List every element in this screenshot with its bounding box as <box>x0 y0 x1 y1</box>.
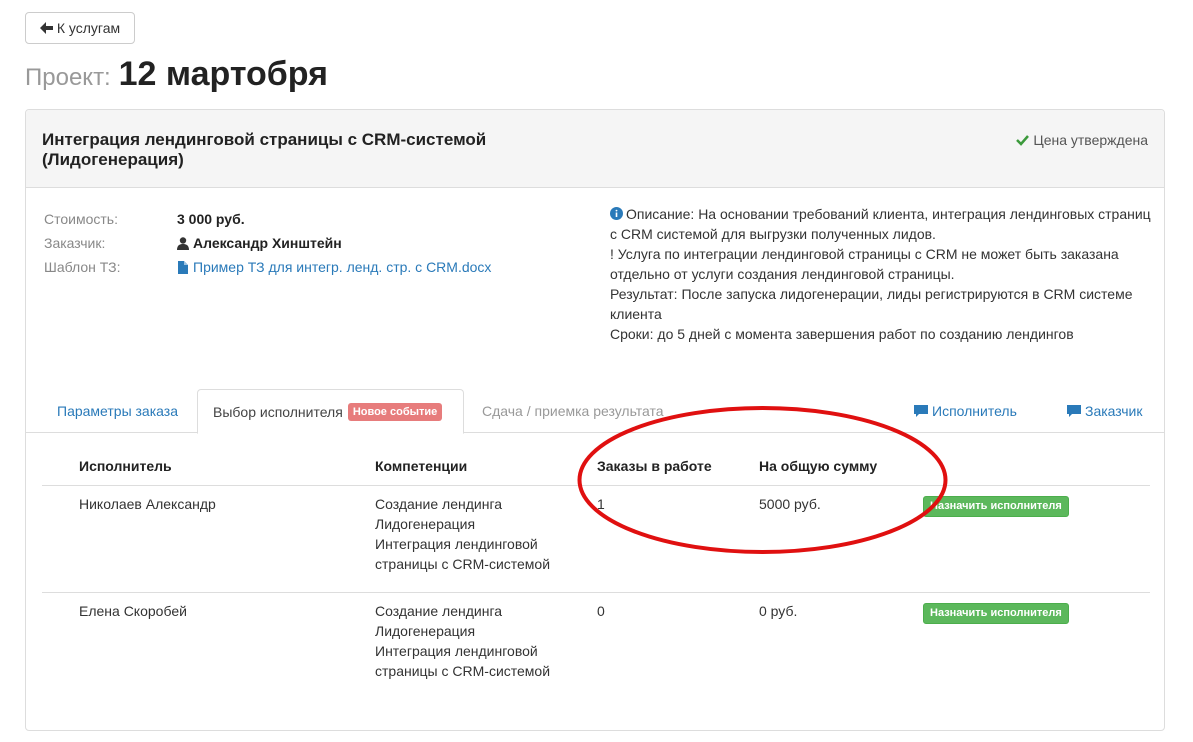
back-button-label: К услугам <box>56 20 121 36</box>
chat-bubble-icon <box>1067 404 1081 417</box>
tab-choose-executor[interactable]: Выбор исполнителя Новое событие <box>197 389 464 434</box>
tab-delivery[interactable]: Сдача / приемка результата <box>467 389 679 433</box>
cost-row: Стоимость: 3 000 руб. <box>44 207 491 231</box>
service-description: Описание: На основании требований клиент… <box>610 204 1155 344</box>
executor-name: Елена Скоробей <box>79 603 187 619</box>
competency-item: Создание лендинга <box>375 603 503 619</box>
competency-item: Интеграция лендинговой страницы с CRM-си… <box>375 643 551 679</box>
header-total: На общую сумму <box>759 457 878 474</box>
description-deadline: Сроки: до 5 дней с момента завершения ра… <box>610 326 1074 342</box>
cost-value: 3 000 руб. <box>177 211 245 227</box>
executor-name: Николаев Александр <box>79 496 216 512</box>
tab-choose-label: Выбор исполнителя <box>213 403 343 420</box>
client-row: Заказчик: Александр Хинштейн <box>44 231 491 255</box>
template-row: Шаблон ТЗ: Пример ТЗ для интегр. ленд. с… <box>44 255 491 279</box>
actions-cell: Назначить исполнителя <box>923 494 1150 592</box>
chat-bubble-icon <box>914 404 928 417</box>
orders-sum: 5000 руб. <box>759 496 821 512</box>
table-header: Исполнитель Компетенции Заказы в работе … <box>42 446 1150 486</box>
cost-label: Стоимость: <box>44 211 118 227</box>
orders-sum: 0 руб. <box>759 603 798 619</box>
tabs-bar: Параметры заказа Выбор исполнителя Новое… <box>26 389 1164 434</box>
tab-order-params[interactable]: Параметры заказа <box>42 389 193 433</box>
template-filename: Пример ТЗ для интегр. ленд. стр. с CRM.d… <box>193 259 492 275</box>
page-title: Проект: 12 мартобря <box>25 55 328 94</box>
description-result: Результат: После запуска лидогенерации, … <box>610 286 1133 322</box>
chat-client-label: Заказчик <box>1085 403 1143 419</box>
price-status-label: Цена утверждена <box>1033 132 1148 148</box>
description-warning: ! Услуга по интеграции лендинговой стран… <box>610 246 1119 282</box>
template-label: Шаблон ТЗ: <box>44 259 121 275</box>
template-link[interactable]: Пример ТЗ для интегр. ленд. стр. с CRM.d… <box>177 259 491 275</box>
client-label: Заказчик: <box>44 235 106 251</box>
info-icon <box>610 207 623 220</box>
service-title: Интеграция лендинговой страницы с CRM-си… <box>42 130 487 169</box>
assign-executor-button[interactable]: Назначить исполнителя <box>923 496 1069 517</box>
assign-executor-button[interactable]: Назначить исполнителя <box>923 603 1069 624</box>
competency-item: Интеграция лендинговой страницы с CRM-си… <box>375 536 551 572</box>
competency-item: Создание лендинга <box>375 496 503 512</box>
competencies: Создание лендинга Лидогенерация Интеграц… <box>375 494 597 592</box>
description-line: Описание: На основании требований клиент… <box>610 204 1155 244</box>
client-name: Александр Хинштейн <box>193 235 342 251</box>
project-label: Проект: <box>25 64 111 91</box>
client-value: Александр Хинштейн <box>177 235 342 251</box>
chat-executor-link[interactable]: Исполнитель <box>914 389 1017 433</box>
service-panel: Интеграция лендинговой страницы с CRM-си… <box>25 109 1165 731</box>
executors-table: Исполнитель Компетенции Заказы в работе … <box>42 446 1150 701</box>
service-info: Стоимость: 3 000 руб. Заказчик: Александ… <box>44 207 491 279</box>
header-competencies: Компетенции <box>375 457 468 474</box>
file-icon <box>178 260 188 274</box>
competency-item: Лидогенерация <box>375 516 476 532</box>
chat-client-link[interactable]: Заказчик <box>1067 389 1143 433</box>
back-to-services-button[interactable]: К услугам <box>25 12 135 44</box>
orders-count: 0 <box>597 603 605 619</box>
header-executor: Исполнитель <box>79 457 172 474</box>
new-event-badge: Новое событие <box>347 402 443 421</box>
table-row: Николаев Александр Создание лендинга Лид… <box>42 486 1150 593</box>
description-text: Описание: На основании требований клиент… <box>610 206 1151 242</box>
competencies: Создание лендинга Лидогенерация Интеграц… <box>375 601 597 701</box>
actions-cell: Назначить исполнителя <box>923 601 1150 701</box>
arrow-left-icon <box>39 22 53 34</box>
checkmark-icon <box>1016 135 1030 146</box>
price-status: Цена утверждена <box>1016 132 1148 148</box>
user-icon <box>177 236 189 250</box>
header-orders: Заказы в работе <box>597 457 712 474</box>
competency-item: Лидогенерация <box>375 623 476 639</box>
chat-executor-label: Исполнитель <box>932 403 1017 419</box>
orders-count: 1 <box>597 496 605 512</box>
service-panel-header: Интеграция лендинговой страницы с CRM-си… <box>26 110 1164 188</box>
table-row: Елена Скоробей Создание лендинга Лидоген… <box>42 593 1150 701</box>
project-name: 12 мартобря <box>118 55 328 93</box>
